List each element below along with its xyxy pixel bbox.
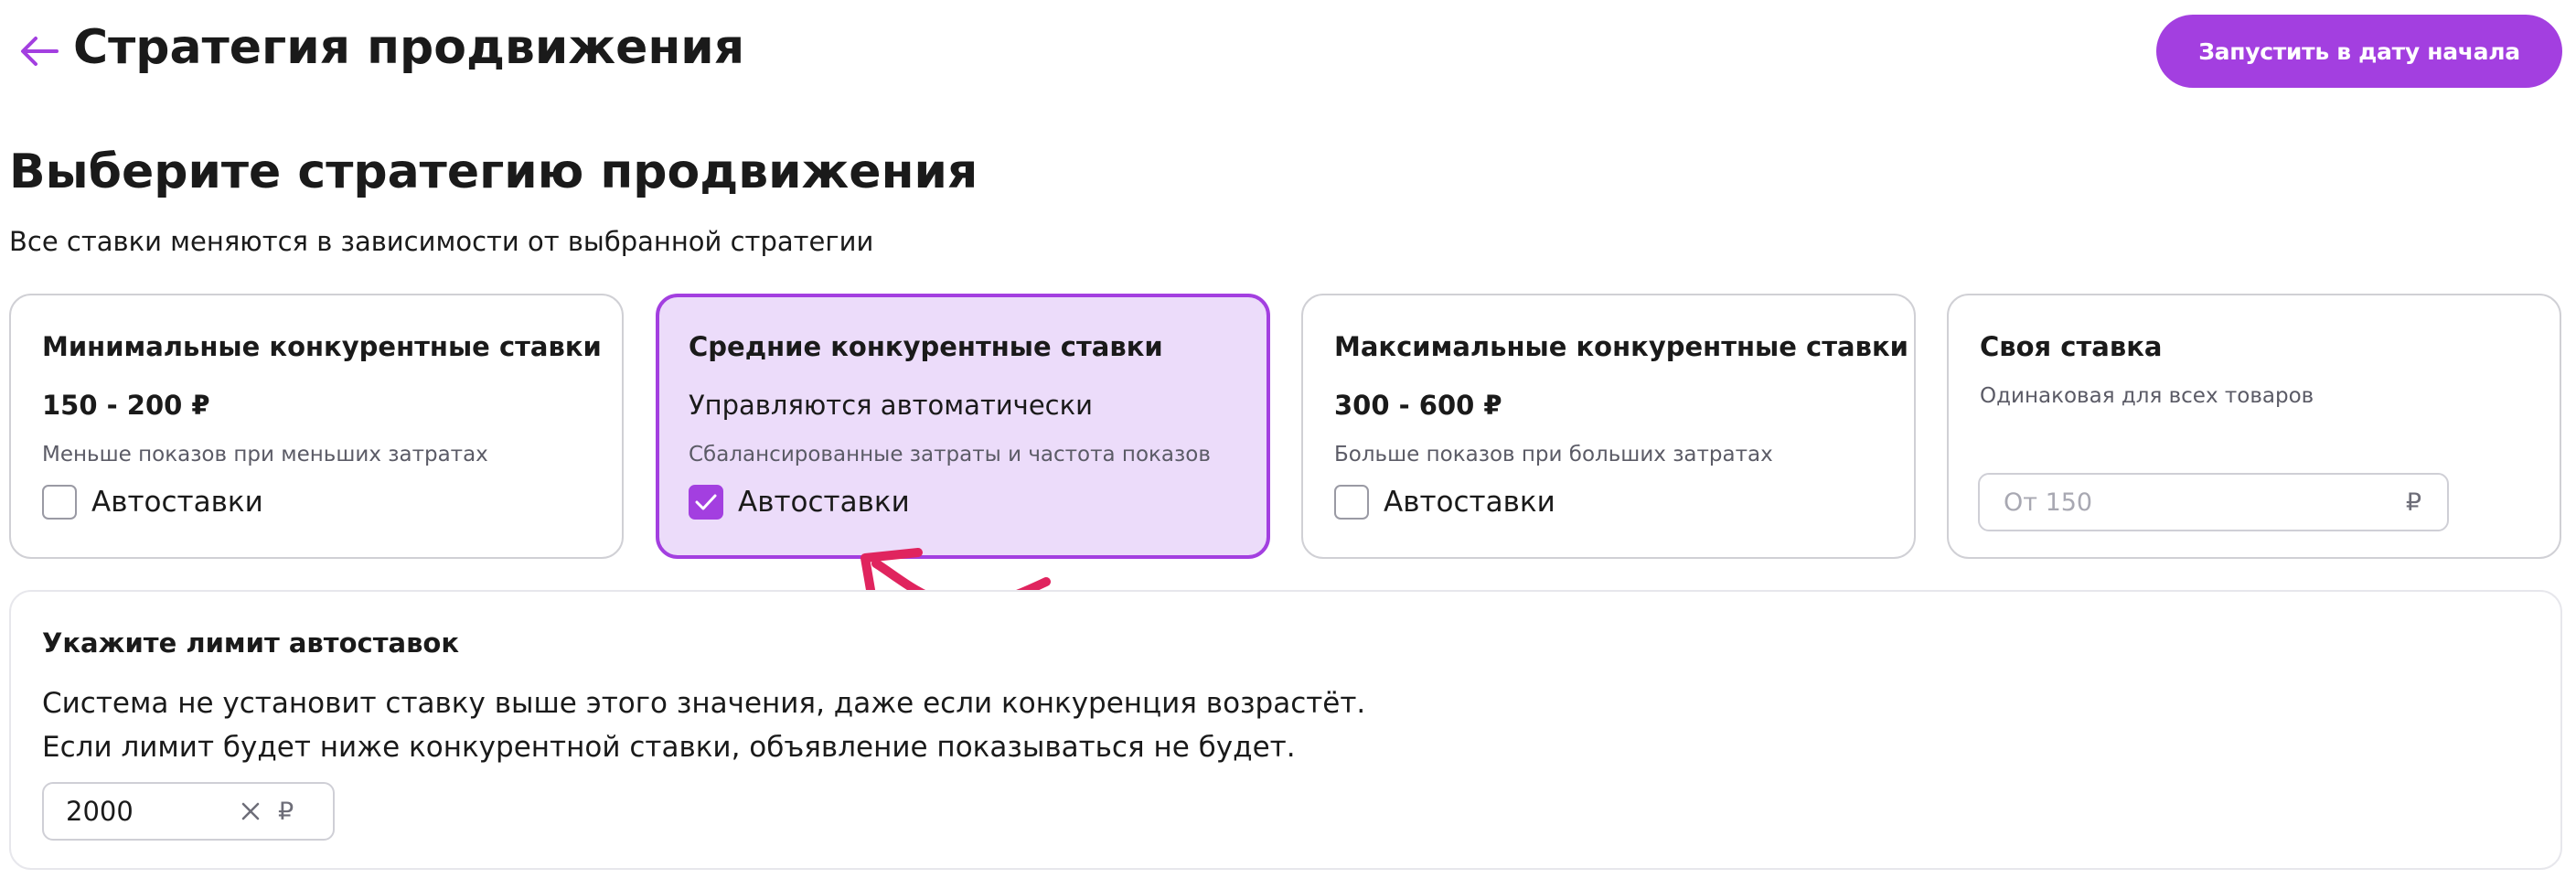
autobid-checkbox-label: Автоставки xyxy=(1384,486,1555,519)
launch-on-start-date-button[interactable]: Запустить в дату начала xyxy=(2156,15,2562,88)
currency-label: ₽ xyxy=(2405,488,2421,517)
limit-field: ₽ xyxy=(42,782,335,841)
limit-input[interactable] xyxy=(44,783,232,840)
autobid-checkbox-row[interactable]: Автоставки xyxy=(689,484,910,520)
arrow-left-icon xyxy=(21,37,59,66)
strategy-card-description: Одинаковая для всех товаров xyxy=(1980,384,2314,408)
autobid-checkbox[interactable] xyxy=(42,485,77,520)
strategy-card-description: Больше показов при больших затратах xyxy=(1334,443,1773,466)
strategy-card-minimal[interactable]: Минимальные конкурентные ставки 150 - 20… xyxy=(9,294,624,559)
close-icon xyxy=(241,802,260,820)
strategy-card-title: Минимальные конкурентные ставки xyxy=(42,331,602,362)
autobid-limit-panel: Укажите лимит автоставок Система не уста… xyxy=(9,590,2562,870)
strategy-card-title: Максимальные конкурентные ставки xyxy=(1334,331,1908,362)
page: Стратегия продвижения Запустить в дату н… xyxy=(0,0,2576,879)
strategy-card-maximal[interactable]: Максимальные конкурентные ставки 300 - 6… xyxy=(1301,294,1916,559)
strategy-card-price: 300 - 600 ₽ xyxy=(1334,390,1502,421)
strategy-card-title: Средние конкурентные ставки xyxy=(689,331,1163,362)
custom-bid-input[interactable] xyxy=(1980,474,2406,531)
strategy-card-price: 150 - 200 ₽ xyxy=(42,390,210,421)
strategy-card-custom[interactable]: Своя ставка Одинаковая для всех товаров … xyxy=(1947,294,2561,559)
section-subtitle: Все ставки меняются в зависимости от выб… xyxy=(9,226,874,257)
autobid-checkbox-row[interactable]: Автоставки xyxy=(42,484,263,520)
clear-button[interactable] xyxy=(232,793,269,830)
limit-description-line-2: Если лимит будет ниже конкурентной ставк… xyxy=(42,731,1296,764)
autobid-checkbox-row[interactable]: Автоставки xyxy=(1334,484,1555,520)
strategy-card-description: Сбалансированные затраты и частота показ… xyxy=(689,443,1211,466)
autobid-checkbox[interactable] xyxy=(1334,485,1369,520)
strategy-card-medium[interactable]: Средние конкурентные ставки Управляются … xyxy=(656,294,1270,559)
autobid-checkbox-label: Автоставки xyxy=(91,486,263,519)
strategy-card-title: Своя ставка xyxy=(1980,331,2163,362)
back-button[interactable] xyxy=(16,24,62,79)
limit-description-line-1: Система не установит ставку выше этого з… xyxy=(42,687,1366,720)
autobid-checkbox-label: Автоставки xyxy=(738,486,910,519)
page-title: Стратегия продвижения xyxy=(73,20,745,75)
strategy-card-price: Управляются автоматически xyxy=(689,390,1093,421)
strategy-card-description: Меньше показов при меньших затратах xyxy=(42,443,488,466)
custom-bid-field: ₽ xyxy=(1978,473,2449,531)
check-icon xyxy=(695,494,717,510)
limit-title: Укажите лимит автоставок xyxy=(42,627,460,659)
currency-label: ₽ xyxy=(278,797,294,826)
section-title: Выберите стратегию продвижения xyxy=(9,145,978,199)
autobid-checkbox[interactable] xyxy=(689,485,723,520)
